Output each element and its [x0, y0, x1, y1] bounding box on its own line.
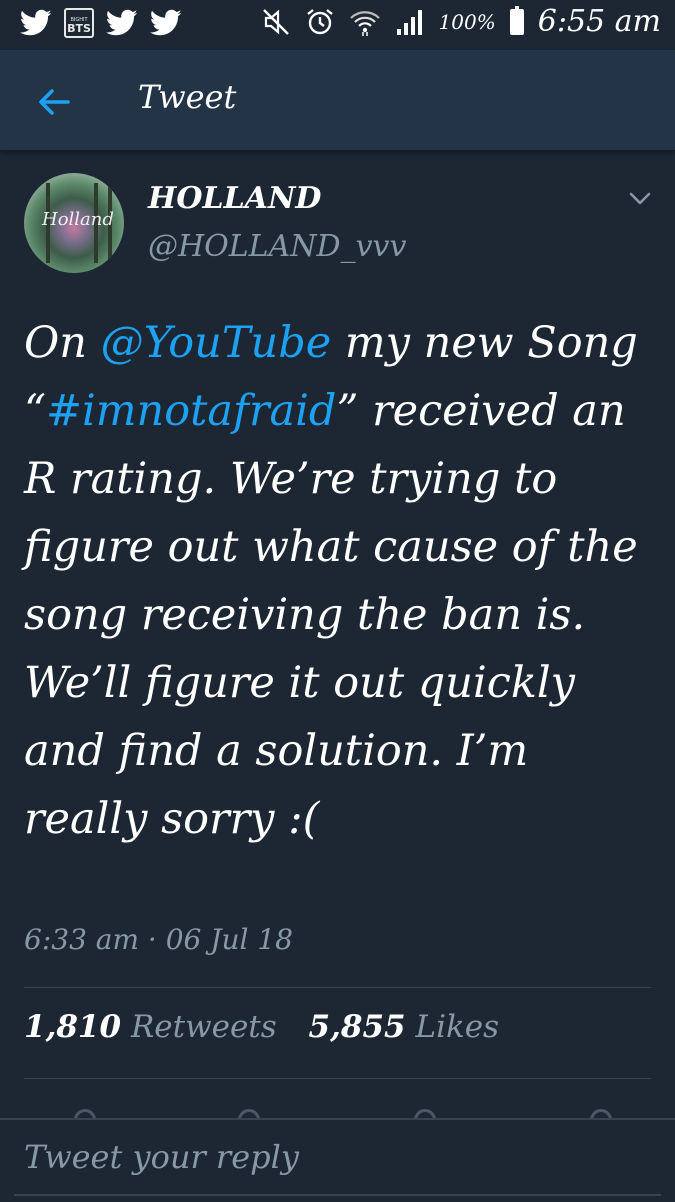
reply-composer: Tweet your reply	[0, 1118, 675, 1202]
likes-label[interactable]: Likes	[415, 1009, 499, 1045]
divider	[24, 987, 651, 988]
notification-icons: BIGHIT BTS	[20, 8, 182, 38]
twitter-icon	[150, 9, 182, 36]
chevron-down-icon	[629, 192, 651, 205]
twitter-icon	[20, 9, 52, 36]
mention-link[interactable]: @YouTube	[101, 318, 332, 368]
badge-label: BTS	[67, 22, 91, 35]
status-bar: BIGHIT BTS 100% 6:55 am	[0, 0, 675, 50]
divider	[24, 1078, 651, 1079]
tweet-text-segment: ” received an R rating. We’re trying to …	[24, 386, 652, 844]
bts-app-icon: BIGHIT BTS	[64, 8, 94, 38]
hashtag-link[interactable]: #imnotafraid	[46, 386, 336, 436]
page-title: Tweet	[138, 78, 237, 116]
twitter-icon	[106, 9, 138, 36]
back-button[interactable]	[30, 78, 78, 126]
tweet-menu-button[interactable]	[627, 189, 653, 211]
likes-count[interactable]: 5,855	[309, 1009, 406, 1045]
tweet-text: On @YouTube my new Song “#imnotafraid” r…	[24, 309, 660, 853]
top-app-bar: Tweet	[0, 50, 675, 151]
signal-icon	[396, 9, 422, 35]
tweet-stats: 1,810 Retweets 5,855 Likes	[24, 1009, 521, 1045]
retweets-label[interactable]: Retweets	[131, 1009, 277, 1045]
avatar[interactable]: Holland	[24, 173, 124, 273]
tweet-text-segment: On	[24, 318, 101, 368]
arrow-left-icon	[39, 89, 70, 115]
tweet-timestamp: 6:33 am · 06 Jul 18	[24, 923, 293, 956]
author-name[interactable]: HOLLAND	[148, 181, 321, 216]
alarm-icon	[306, 8, 333, 34]
battery-percent: 100%	[438, 9, 496, 34]
input-underline	[14, 1194, 661, 1196]
system-indicators: 100% 6:55 am	[261, 4, 661, 39]
author-handle[interactable]: @HOLLAND_vvv	[148, 229, 406, 264]
wifi-icon	[349, 10, 380, 36]
retweets-count[interactable]: 1,810	[24, 1009, 121, 1045]
reply-input[interactable]: Tweet your reply	[24, 1138, 299, 1176]
mute-icon	[262, 8, 289, 35]
battery-icon	[509, 5, 524, 35]
avatar-signature: Holland	[42, 209, 114, 230]
status-clock: 6:55 am	[537, 4, 661, 39]
